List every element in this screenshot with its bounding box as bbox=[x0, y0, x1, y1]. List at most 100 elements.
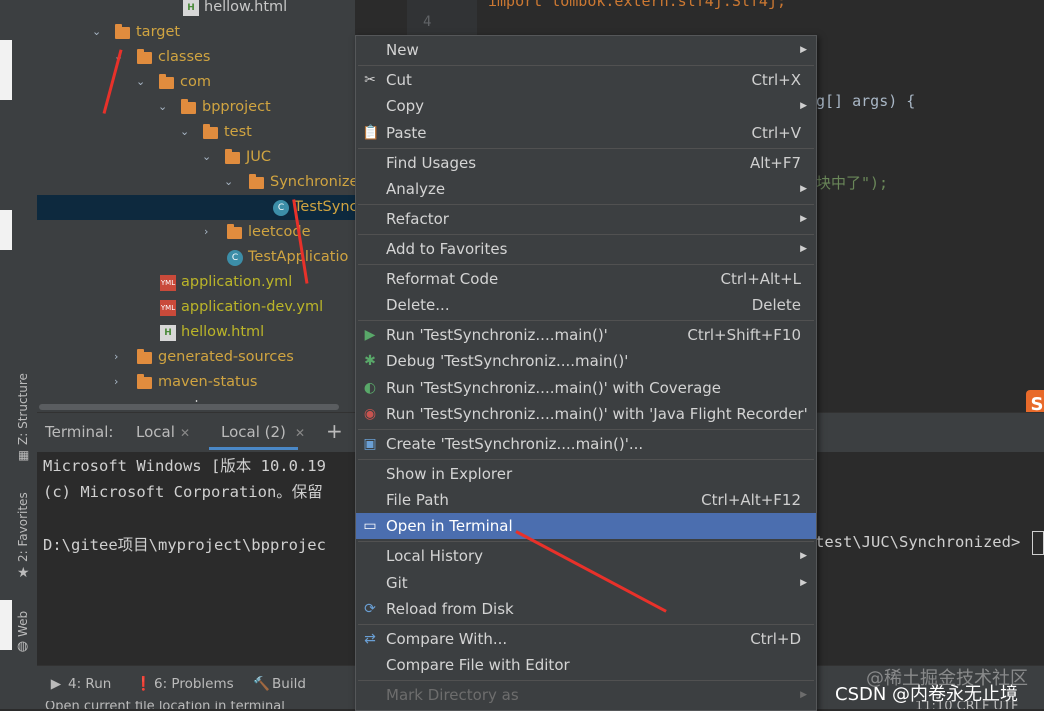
menu-item-find-usages[interactable]: Find Usages Alt+F7 bbox=[356, 150, 816, 176]
folder-icon bbox=[115, 24, 130, 39]
menu-item-run[interactable]: ▶ Run 'TestSynchroniz....main()' Ctrl+Shif… bbox=[356, 322, 816, 348]
menu-item-show-in-explorer[interactable]: Show in Explorer bbox=[356, 461, 816, 487]
terminal-line: D:\gitee项目\myproject\bpprojec bbox=[43, 536, 326, 554]
tree-item-testsync[interactable]: C TestSync bbox=[37, 195, 355, 220]
submenu-arrow-icon: ▶ bbox=[800, 45, 807, 55]
tree-item-juc[interactable]: ⌄ JUC bbox=[37, 145, 355, 170]
html-file-icon: H bbox=[183, 0, 199, 16]
menu-item-analyze[interactable]: Analyze ▶ bbox=[356, 176, 816, 202]
submenu-arrow-icon: ▶ bbox=[800, 214, 807, 224]
menu-item-compare-file-with-editor[interactable]: Compare File with Editor bbox=[356, 652, 816, 678]
chevron-right-icon[interactable]: › bbox=[204, 226, 214, 237]
tree-item-synchronized[interactable]: ⌄ Synchronize bbox=[37, 170, 355, 195]
menu-item-run-flight-recorder[interactable]: ◉ Run 'TestSynchroniz....main()' with 'Ja… bbox=[356, 401, 816, 427]
terminal-line: Microsoft Windows [版本 10.0.19 bbox=[43, 457, 326, 475]
tree-item-application-dev-yml[interactable]: YML application-dev.yml bbox=[37, 295, 355, 320]
code-line-log: 块中了"); bbox=[816, 174, 889, 192]
left-tool-strip: Z: Structure ▦ 2: Favorites ★ Web ◍ bbox=[12, 0, 38, 709]
close-icon[interactable]: ✕ bbox=[295, 426, 305, 440]
menu-item-debug[interactable]: ✱ Debug 'TestSynchroniz....main()' bbox=[356, 348, 816, 374]
menu-item-git[interactable]: Git ▶ bbox=[356, 570, 816, 596]
scrollbar-thumb[interactable] bbox=[39, 404, 339, 410]
menu-item-cut[interactable]: ✂ Cut Ctrl+X bbox=[356, 67, 816, 93]
menu-item-mark-directory-as: Mark Directory as ▶ bbox=[356, 682, 816, 708]
terminal-label: Terminal: bbox=[45, 423, 114, 441]
folder-icon bbox=[159, 74, 174, 89]
menu-item-reformat-code[interactable]: Reformat Code Ctrl+Alt+L bbox=[356, 266, 816, 292]
window-edge bbox=[0, 0, 12, 709]
close-icon[interactable]: ✕ bbox=[180, 426, 190, 440]
submenu-arrow-icon: ▶ bbox=[800, 101, 807, 111]
menu-separator bbox=[358, 65, 814, 66]
tree-horizontal-scrollbar[interactable] bbox=[37, 402, 355, 412]
chevron-down-icon[interactable]: ⌄ bbox=[180, 126, 190, 137]
menu-item-run-coverage[interactable]: ◐ Run 'TestSynchroniz....main()' with Cov… bbox=[356, 375, 816, 401]
run-icon: ▶ bbox=[50, 676, 62, 692]
chevron-right-icon[interactable]: › bbox=[114, 376, 124, 387]
chevron-down-icon[interactable]: ⌄ bbox=[224, 176, 234, 187]
menu-separator bbox=[358, 459, 814, 460]
tree-item-test[interactable]: ⌄ test bbox=[37, 120, 355, 145]
menu-separator bbox=[358, 264, 814, 265]
add-terminal-button[interactable]: + bbox=[326, 419, 343, 443]
coverage-icon: ◐ bbox=[363, 380, 377, 396]
menu-separator bbox=[358, 680, 814, 681]
run-tool-button[interactable]: ▶ 4: Run bbox=[49, 676, 112, 692]
tree-item-target[interactable]: ⌄ target bbox=[37, 20, 355, 45]
terminal-tab-local-2[interactable]: Local (2) bbox=[209, 423, 298, 450]
terminal-cursor bbox=[1032, 531, 1044, 555]
tree-item-hellow-html[interactable]: H hellow.html bbox=[37, 320, 355, 345]
tree-item-leetcode[interactable]: › leetcode bbox=[37, 220, 355, 245]
tree-item-bpproject[interactable]: ⌄ bpproject bbox=[37, 95, 355, 120]
yml-file-icon: YML bbox=[160, 300, 176, 316]
menu-item-copy[interactable]: Copy ▶ bbox=[356, 93, 816, 119]
menu-separator bbox=[358, 320, 814, 321]
menu-item-open-in-terminal[interactable]: ▭ Open in Terminal bbox=[356, 513, 816, 539]
menu-separator bbox=[358, 429, 814, 430]
folder-icon bbox=[225, 149, 240, 164]
tree-item-testapplication[interactable]: C TestApplicatio bbox=[37, 245, 355, 270]
submenu-arrow-icon: ▶ bbox=[800, 244, 807, 254]
menu-item-add-to-favorites[interactable]: Add to Favorites ▶ bbox=[356, 236, 816, 262]
class-file-icon: C bbox=[273, 200, 289, 216]
tree-item-com[interactable]: ⌄ com bbox=[37, 70, 355, 95]
submenu-arrow-icon: ▶ bbox=[800, 690, 807, 700]
folder-icon bbox=[137, 349, 152, 364]
menu-separator bbox=[358, 234, 814, 235]
menu-item-local-history[interactable]: Local History ▶ bbox=[356, 543, 816, 569]
terminal-tab-local[interactable]: Local bbox=[136, 423, 175, 441]
project-tree[interactable]: H hellow.html ⌄ target ⌄ classes ⌄ com ⌄… bbox=[37, 0, 355, 412]
context-menu: New ▶ ✂ Cut Ctrl+X Copy ▶ 📋 Paste Ctrl+V Find … bbox=[355, 35, 817, 711]
folder-icon bbox=[181, 99, 196, 114]
html-file-icon: H bbox=[160, 325, 176, 341]
menu-item-delete[interactable]: Delete... Delete bbox=[356, 292, 816, 318]
menu-item-refactor[interactable]: Refactor ▶ bbox=[356, 206, 816, 232]
globe-icon: ◍ bbox=[17, 639, 29, 654]
menu-separator bbox=[358, 148, 814, 149]
build-tool-button[interactable]: 🔨 Build bbox=[253, 676, 306, 692]
menu-separator bbox=[358, 541, 814, 542]
tree-item-maven-status[interactable]: › maven-status bbox=[37, 370, 355, 395]
menu-item-create-config[interactable]: ▣ Create 'TestSynchroniz....main()'... bbox=[356, 431, 816, 457]
chevron-down-icon[interactable]: ⌄ bbox=[92, 26, 102, 37]
tree-item-hellow-html-top[interactable]: H hellow.html bbox=[37, 0, 355, 20]
problems-tool-button[interactable]: ❗ 6: Problems bbox=[135, 676, 234, 692]
chevron-right-icon[interactable]: › bbox=[114, 351, 124, 362]
menu-item-compare-with[interactable]: ⇄ Compare With... Ctrl+D bbox=[356, 626, 816, 652]
chevron-down-icon[interactable]: ⌄ bbox=[202, 151, 212, 162]
menu-item-reload-from-disk[interactable]: ⟳ Reload from Disk bbox=[356, 596, 816, 622]
tree-item-classes[interactable]: ⌄ classes bbox=[37, 45, 355, 70]
menu-item-file-path[interactable]: File Path Ctrl+Alt+F12 bbox=[356, 487, 816, 513]
submenu-arrow-icon: ▶ bbox=[800, 578, 807, 588]
code-line-main: g[] args) { bbox=[816, 92, 916, 110]
problems-icon: ❗ bbox=[135, 676, 152, 692]
tree-item-generated-sources[interactable]: › generated-sources bbox=[37, 345, 355, 370]
yml-file-icon: YML bbox=[160, 275, 176, 291]
folder-icon bbox=[249, 174, 264, 189]
menu-item-new[interactable]: New ▶ bbox=[356, 37, 816, 63]
star-icon: ★ bbox=[17, 565, 30, 581]
menu-separator bbox=[358, 204, 814, 205]
chevron-down-icon[interactable]: ⌄ bbox=[136, 76, 146, 87]
menu-item-paste[interactable]: 📋 Paste Ctrl+V bbox=[356, 120, 816, 146]
chevron-down-icon[interactable]: ⌄ bbox=[158, 101, 168, 112]
